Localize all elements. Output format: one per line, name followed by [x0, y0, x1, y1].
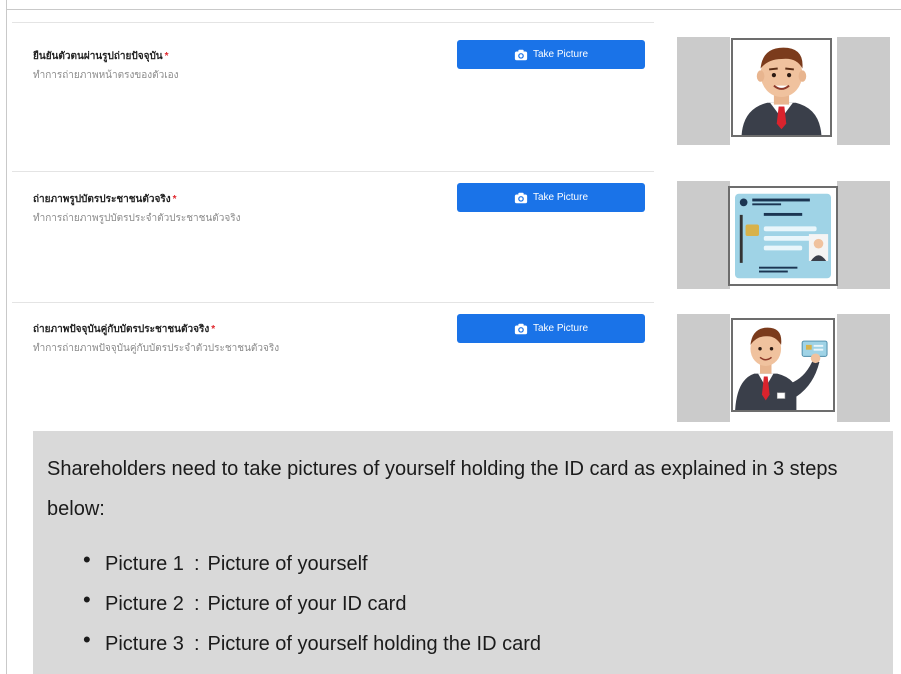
- frame-left-border: [6, 0, 7, 674]
- row-description: ทำการถ่ายภาพปัจจุบันคู่กับบัตรประจำตัวปร…: [33, 343, 280, 354]
- id-card-example-image: [728, 186, 838, 286]
- row-description: ทำการถ่ายภาพหน้าตรงของตัวเอง: [33, 70, 179, 81]
- person-holding-card-illustration: [733, 320, 833, 410]
- id-card-illustration: [730, 188, 836, 284]
- instructions-panel: Shareholders need to take pictures of yo…: [33, 431, 893, 674]
- selfie-with-card-example-image: [731, 318, 835, 412]
- take-picture-button-3[interactable]: Take Picture: [457, 314, 645, 343]
- instructions-intro: Shareholders need to take pictures of yo…: [47, 458, 838, 520]
- camera-icon: [514, 49, 528, 60]
- preview-panel-left: [677, 37, 730, 145]
- preview-panel-right: [837, 314, 890, 422]
- list-item: Picture 2:Picture of your ID card: [83, 580, 541, 624]
- row-title: ถ่ายภาพปัจจุบันคู่กับบัตรประชาชนตัวจริง *: [33, 324, 216, 335]
- instructions-list: Picture 1:Picture of yourself Picture 2:…: [83, 540, 541, 664]
- row-title: ถ่ายภาพรูปบัตรประชาชนตัวจริง *: [33, 194, 177, 205]
- take-picture-button-1[interactable]: Take Picture: [457, 40, 645, 69]
- camera-icon: [514, 192, 528, 203]
- row-divider: [12, 302, 654, 303]
- preview-panel-left: [677, 181, 730, 289]
- required-mark: *: [211, 324, 216, 335]
- preview-panel-right: [837, 181, 890, 289]
- list-item: Picture 1:Picture of yourself: [83, 540, 541, 584]
- person-illustration: [734, 40, 829, 135]
- required-mark: *: [164, 51, 169, 62]
- take-picture-button-2[interactable]: Take Picture: [457, 183, 645, 212]
- preview-panel-left: [677, 314, 730, 422]
- camera-icon: [514, 323, 528, 334]
- row-title: ยืนยันตัวตนผ่านรูปถ่ายปัจจุบัน *: [33, 51, 169, 62]
- row-divider: [12, 22, 654, 23]
- list-item: Picture 3:Picture of yourself holding th…: [83, 620, 541, 664]
- required-mark: *: [172, 194, 177, 205]
- selfie-example-image: [731, 38, 832, 137]
- row-divider: [12, 171, 654, 172]
- preview-panel-right: [837, 37, 890, 145]
- row-description: ทำการถ่ายภาพรูปบัตรประจำตัวประชาชนตัวจริ…: [33, 213, 241, 224]
- frame-top-border: [6, 0, 901, 10]
